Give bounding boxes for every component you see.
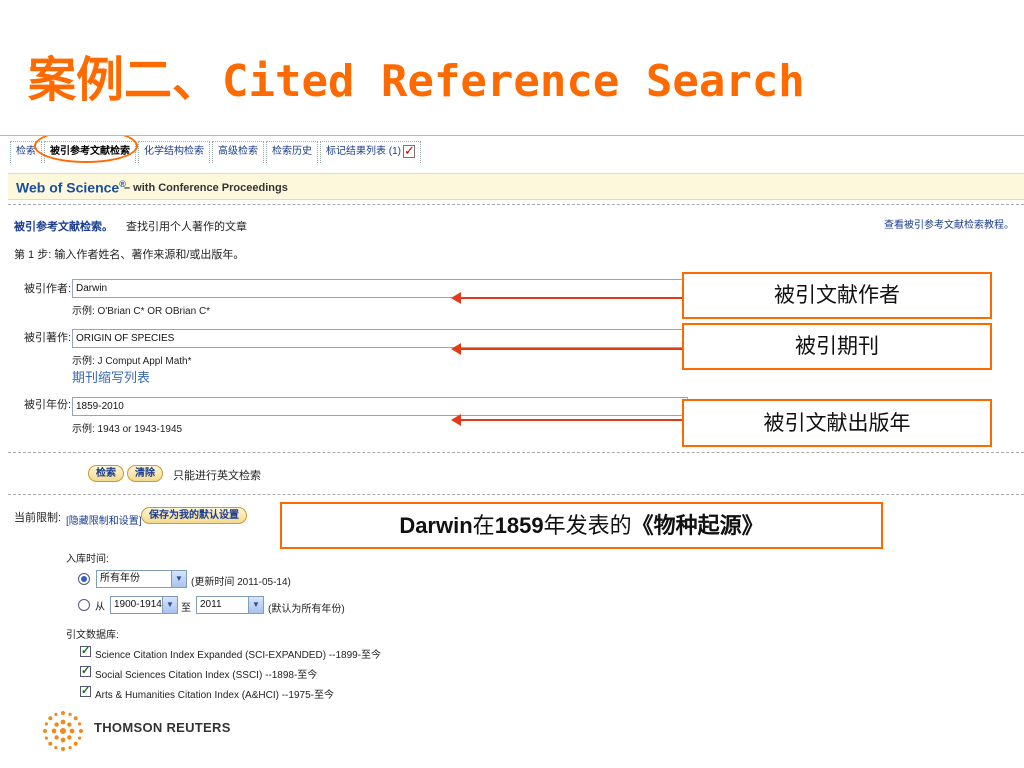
tutorial-link[interactable]: 查看被引参考文献检索教程。 (884, 216, 1014, 231)
banner-published: 年发表的 (543, 514, 632, 539)
work-label: 被引著作: (24, 332, 72, 344)
all-years-select[interactable]: 所有年份 ▼ (96, 570, 187, 588)
year-input[interactable]: 1859-2010 (72, 397, 688, 416)
from-label: 从 (95, 602, 105, 613)
search-button[interactable]: 检索 (88, 465, 124, 482)
arrow-author (451, 292, 682, 304)
work-input[interactable]: ORIGIN OF SPECIES (72, 329, 688, 348)
arrow-year (451, 414, 682, 426)
brand-name: THOMSON REUTERS (94, 720, 231, 735)
slide-title: 案例二、Cited Reference Search (28, 56, 805, 104)
divider (8, 204, 1024, 205)
to-year-select[interactable]: 2011 ▼ (196, 596, 264, 614)
wos-logo: Web of Science® (16, 179, 126, 196)
tab-marked-list-label: 标记结果列表 (1) (326, 146, 401, 157)
arrowhead-icon (451, 292, 461, 304)
save-default-button[interactable]: 保存为我的默认设置 (141, 507, 247, 524)
english-only-note: 只能进行英文检索 (173, 470, 261, 482)
hide-limits-link[interactable]: [隐藏限制和设置] (66, 512, 142, 527)
chevron-down-icon: ▼ (248, 597, 263, 613)
author-example: 示例: O'Brian C* OR OBrian C* (72, 306, 211, 317)
tab-marked-list[interactable]: 标记结果列表 (1) ✓ (320, 141, 421, 163)
page-heading: 被引参考文献检索。 (14, 221, 113, 233)
ssci-checkbox[interactable]: ✓ (80, 666, 91, 677)
chevron-down-icon: ▼ (171, 571, 186, 587)
timespan-label: 入库时间: (66, 554, 109, 565)
citation-db-label: 引文数据库: (66, 630, 119, 641)
tab-structure-search[interactable]: 化学结构检索 (138, 141, 210, 163)
product-header: Web of Science® – with Conference Procee… (8, 173, 1024, 200)
step-instruction: 第 1 步: 输入作者姓名、著作来源和/或出版年。 (14, 249, 245, 261)
sci-label: Science Citation Index Expanded (SCI-EXP… (95, 650, 382, 661)
arrowhead-icon (451, 414, 461, 426)
year-example: 示例: 1943 or 1943-1945 (72, 424, 183, 435)
thomson-reuters-logo-icon (43, 711, 83, 751)
clear-button[interactable]: 清除 (127, 465, 163, 482)
ahci-checkbox[interactable]: ✓ (80, 686, 91, 697)
chevron-down-icon: ▼ (162, 597, 177, 613)
summary-banner: Darwin在1859年发表的《物种起源》 (280, 502, 883, 549)
author-input[interactable]: Darwin (72, 279, 688, 298)
slide-title-en: Cited Reference Search (222, 56, 805, 107)
author-label: 被引作者: (24, 283, 72, 295)
page-heading-desc: 查找引用个人著作的文章 (126, 221, 247, 233)
banner-year: 1859 (494, 513, 544, 538)
callout-journal: 被引期刊 (682, 323, 992, 370)
callout-year: 被引文献出版年 (682, 399, 992, 447)
arrowhead-icon (451, 343, 461, 355)
year-label: 被引年份: (24, 399, 72, 411)
to-label: 至 (181, 603, 191, 614)
checkmark-icon: ✓ (403, 142, 415, 158)
all-years-value: 所有年份 (100, 573, 140, 584)
from-year-select[interactable]: 1900-1914 ▼ (110, 596, 178, 614)
divider (8, 494, 1024, 495)
all-years-radio[interactable] (78, 573, 90, 585)
default-note: (默认为所有年份) (268, 604, 345, 615)
banner-at: 在 (472, 514, 495, 539)
wos-logo-text: Web of Science (16, 179, 120, 196)
ssci-label: Social Sciences Citation Index (SSCI) --… (95, 670, 318, 681)
work-example: 示例: J Comput Appl Math* (72, 356, 192, 367)
banner-book: 《物种起源》 (631, 513, 764, 538)
wos-subtitle: – with Conference Proceedings (124, 182, 288, 194)
banner-author: Darwin (399, 513, 473, 538)
journal-abbrev-link[interactable]: 期刊缩写列表 (72, 367, 150, 386)
sci-checkbox[interactable]: ✓ (80, 646, 91, 657)
ahci-label: Arts & Humanities Citation Index (A&HCI)… (95, 690, 334, 700)
update-time: (更新时间 2011-05-14) (191, 577, 291, 588)
tab-search-history[interactable]: 检索历史 (266, 141, 318, 163)
year-range-radio[interactable] (78, 599, 90, 611)
from-year-value: 1900-1914 (114, 599, 162, 610)
to-year-value: 2011 (200, 599, 222, 610)
divider (8, 452, 1024, 453)
slide-title-cn: 案例二、 (28, 52, 221, 108)
callout-author: 被引文献作者 (682, 272, 992, 319)
limits-label: 当前限制: (14, 512, 62, 524)
tab-advanced-search[interactable]: 高级检索 (212, 141, 264, 163)
arrow-journal (451, 343, 682, 355)
